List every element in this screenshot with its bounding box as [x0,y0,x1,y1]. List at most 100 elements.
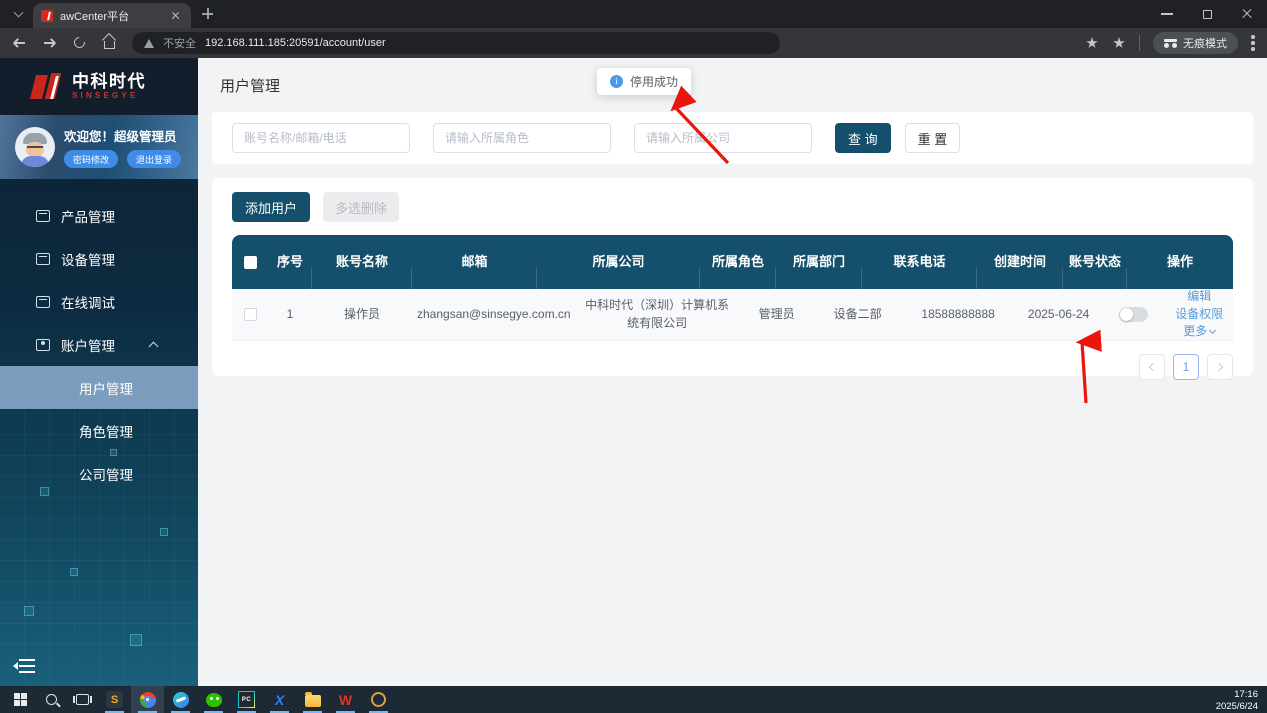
account-status-toggle[interactable] [1119,307,1148,322]
brand-name: 中科时代 [72,73,146,92]
toast-text: 停用成功 [630,73,678,90]
account-search-input[interactable] [232,123,410,153]
cell-created: 2025-06-24 [1016,306,1102,323]
brand-name-en: SINSEGYE [72,91,146,100]
back-button[interactable] [12,35,28,51]
circuit-chip [160,528,168,536]
sidebar-collapse-button[interactable] [15,657,37,675]
side-search-star-icon[interactable] [1112,36,1126,50]
toolbar-divider [1139,35,1140,51]
browser-tab-strip: awCenter平台 [0,0,1267,28]
task-view-button[interactable] [67,686,98,713]
reload-button[interactable] [72,35,88,51]
window-close-button[interactable] [1227,0,1267,28]
sidebar-item-product-management[interactable]: 产品管理 [0,194,198,237]
minimize-icon [1161,13,1173,15]
cell-index: 1 [268,306,312,323]
pycharm-icon: PC [238,691,255,708]
taskbar-app-wechat[interactable] [197,686,230,713]
taskbar-app-snipaste[interactable]: S [98,686,131,713]
taskbar-app-x[interactable]: X [263,686,296,713]
sidebar-menu: 产品管理 设备管理 在线调试 账户管理 用户管理 角色管理 公司 [0,179,198,495]
user-panel: 欢迎您！超级管理员 密码修改 退出登录 [0,115,198,179]
sidebar-item-label: 产品管理 [61,206,115,226]
sidebar-item-device-management[interactable]: 设备管理 [0,237,198,280]
clock-date: 2025/6/24 [1216,701,1258,713]
app-window: 中科时代 SINSEGYE 欢迎您！超级管理员 密码修改 退出登录 产品管理 [0,58,1267,686]
main-content: 用户管理 停用成功 查 询 重 置 添加用户 多选删除 序号 账号名称 邮箱 所… [198,58,1267,686]
cell-department: 设备二部 [815,306,901,323]
sidebar-subitem-label: 角色管理 [79,421,133,441]
chevron-up-icon [149,341,159,351]
start-button[interactable] [5,686,36,713]
sidebar-item-account-management[interactable]: 账户管理 [0,323,198,366]
windows-taskbar: S PC X W 17:16 2025/6/24 [0,686,1267,713]
taskbar-app-wps[interactable]: W [329,686,362,713]
site-favicon-icon [41,10,53,22]
browser-menu-button[interactable] [1251,35,1255,51]
cell-company: 中科时代（深圳）计算机系统有限公司 [576,297,739,332]
incognito-badge: 无痕模式 [1153,32,1238,54]
bookmark-star-icon[interactable] [1085,36,1099,50]
wps-icon: W [337,691,354,708]
batch-delete-button[interactable]: 多选删除 [323,192,399,222]
x-app-icon: X [271,691,288,708]
home-button[interactable] [102,35,118,51]
messenger-icon [173,692,189,708]
sidebar-item-label: 在线调试 [61,292,115,312]
reset-button[interactable]: 重 置 [905,123,961,153]
chevron-left-icon [1149,363,1157,371]
taskbar-app-ring[interactable] [362,686,395,713]
chevron-right-icon [1215,363,1223,371]
add-user-button[interactable]: 添加用户 [232,192,310,222]
taskbar-search-button[interactable] [36,686,67,713]
logout-button[interactable]: 退出登录 [127,150,181,168]
sidebar-subitem-role-management[interactable]: 角色管理 [0,409,198,452]
sidebar-item-online-debug[interactable]: 在线调试 [0,280,198,323]
sidebar-subitem-user-management[interactable]: 用户管理 [0,366,198,409]
incognito-label: 无痕模式 [1183,35,1227,51]
incognito-icon [1164,39,1177,48]
sidebar-subitem-label: 公司管理 [79,464,133,484]
taskbar-app-pycharm[interactable]: PC [230,686,263,713]
sidebar-subitem-company-management[interactable]: 公司管理 [0,452,198,495]
debug-icon [36,296,50,308]
row-checkbox[interactable] [244,308,257,321]
browser-toolbar: 不安全 192.168.111.185:20591/account/user 无… [0,28,1267,58]
toolbar-right-actions: 无痕模式 [1085,32,1255,54]
window-maximize-button[interactable] [1187,0,1227,28]
taskbar-app-chrome[interactable] [131,686,164,713]
taskbar-clock[interactable]: 17:16 2025/6/24 [1216,686,1267,713]
more-link[interactable]: 更多 [1183,323,1215,340]
taskbar-app-messenger[interactable] [164,686,197,713]
sidebar: 中科时代 SINSEGYE 欢迎您！超级管理员 密码修改 退出登录 产品管理 [0,58,198,686]
device-permission-link[interactable]: 设备权限 [1175,306,1223,323]
role-search-input[interactable] [433,123,611,153]
column-header-company: 所属公司 [537,253,700,272]
search-button[interactable]: 查 询 [835,123,891,153]
column-header-email: 邮箱 [412,253,537,272]
address-bar[interactable]: 不安全 192.168.111.185:20591/account/user [132,32,780,54]
sidebar-subitem-label: 用户管理 [79,378,133,398]
ring-app-icon [371,692,386,707]
table-actions: 添加用户 多选删除 [232,192,1233,222]
url-text[interactable]: 192.168.111.185:20591/account/user [205,37,386,49]
circuit-chip [130,634,142,646]
select-all-checkbox[interactable] [244,256,257,269]
edit-link[interactable]: 编辑 [1187,288,1211,305]
next-page-button[interactable] [1207,354,1233,380]
company-search-input[interactable] [634,123,812,153]
browser-tab[interactable]: awCenter平台 [33,3,191,28]
new-tab-button[interactable] [197,3,219,25]
cell-phone: 18588888888 [901,306,1016,323]
forward-button[interactable] [42,35,58,51]
security-label[interactable]: 不安全 [163,35,196,51]
window-minimize-button[interactable] [1147,0,1187,28]
tab-close-icon[interactable] [169,9,183,23]
current-page-button[interactable]: 1 [1173,354,1199,380]
prev-page-button[interactable] [1139,354,1165,380]
change-password-button[interactable]: 密码修改 [64,150,118,168]
taskbar-app-explorer[interactable] [296,686,329,713]
column-header-role: 所属角色 [700,253,776,272]
tab-search-button[interactable] [7,5,29,23]
